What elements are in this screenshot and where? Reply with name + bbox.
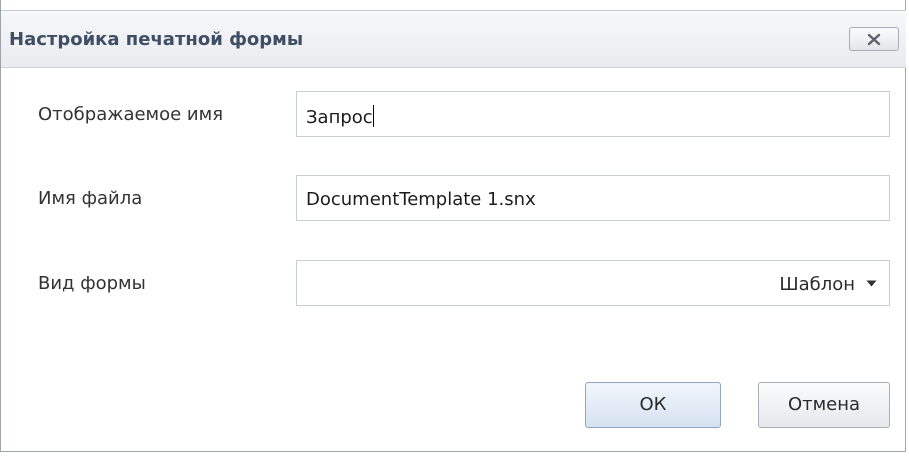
file-name-input[interactable]: DocumentTemplate 1.snx	[296, 175, 890, 221]
form-type-label: Вид формы	[38, 273, 146, 294]
cancel-button[interactable]: Отмена	[758, 382, 890, 428]
display-name-label: Отображаемое имя	[38, 104, 224, 125]
close-icon	[867, 33, 881, 46]
display-name-value: Запрос	[306, 105, 374, 128]
text-cursor	[372, 105, 374, 127]
form-type-select[interactable]: Шаблон	[296, 260, 890, 306]
print-form-settings-dialog: Настройка печатной формы Отображаемое им…	[0, 0, 906, 452]
dialog-titlebar[interactable]: Настройка печатной формы	[1, 10, 906, 68]
close-button[interactable]	[849, 27, 899, 51]
form-type-selected-value: Шаблон	[779, 274, 855, 295]
ok-button[interactable]: ОК	[585, 382, 721, 428]
file-name-value: DocumentTemplate 1.snx	[306, 189, 536, 210]
dialog-title: Настройка печатной формы	[9, 29, 304, 50]
display-name-input[interactable]: Запрос	[296, 91, 890, 137]
file-name-label: Имя файла	[38, 188, 143, 209]
caret-down-icon[interactable]	[866, 280, 877, 287]
